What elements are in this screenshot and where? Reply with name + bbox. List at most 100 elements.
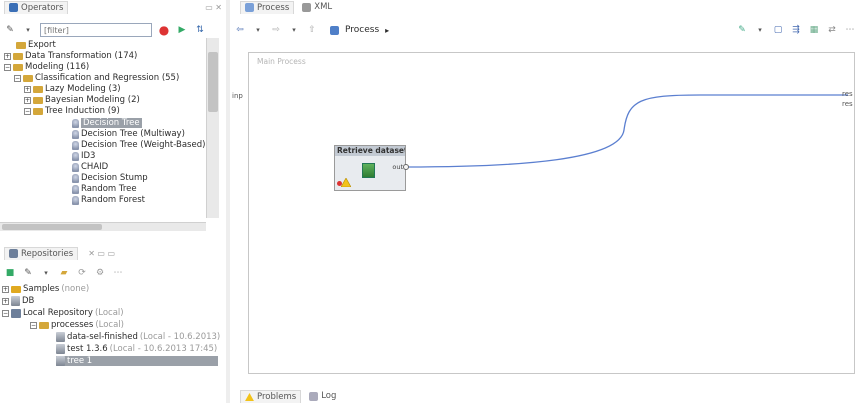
output-port-2[interactable]: res (842, 99, 853, 109)
tree-item-label: Decision Tree (Multiway) (81, 129, 185, 139)
clear-search-icon[interactable]: ● (158, 23, 170, 37)
filter-icon[interactable]: ▶ (176, 24, 188, 36)
expand-icon[interactable]: + (2, 297, 9, 305)
new-entry-icon[interactable]: ✎ (22, 267, 34, 279)
operator-decision-tree-multiway[interactable]: Decision Tree (Multiway) (72, 129, 185, 139)
repo-item-data-sel[interactable]: data-sel-finished (Local - 10.6.2013) (56, 332, 220, 342)
operator-decision-tree-weight[interactable]: Decision Tree (Weight-Based) (72, 140, 205, 150)
arrange-icon[interactable]: ⇶ (790, 24, 802, 36)
operator-port-label: out (392, 163, 403, 171)
operator-retrieve-dataset[interactable]: Retrieve dataset out (334, 145, 409, 191)
tab-repositories-label: Repositories (21, 248, 74, 259)
breadcrumb-arrow-icon: ▸ (385, 25, 390, 35)
expand-icon[interactable]: + (2, 285, 9, 293)
open-folder-icon[interactable]: ▰ (58, 267, 70, 279)
tree-item-tree-induction[interactable]: − Tree Induction (9) (24, 106, 120, 116)
repo-item-test[interactable]: test 1.3.6 (Local - 10.6.2013 17:45) (56, 344, 217, 354)
operator-search-input[interactable] (40, 23, 152, 37)
canvas-label: Main Process (257, 57, 306, 66)
tree-item-modeling[interactable]: − Modeling (116) (4, 62, 89, 72)
tab-repositories[interactable]: Repositories (4, 246, 79, 260)
operator-output-port[interactable] (403, 164, 409, 170)
operators-toolbar: ✎ ▾ ● ▶ ⇅ (0, 21, 226, 39)
grid-icon[interactable]: ▦ (808, 24, 820, 36)
tree-item-label: Random Tree (81, 184, 137, 194)
expand-icon[interactable]: + (24, 85, 31, 93)
expand-icon[interactable]: + (24, 96, 31, 104)
repo-item-label: Samples (23, 284, 60, 294)
process-output-ports[interactable]: res res (842, 89, 853, 109)
tab-process[interactable]: Process (240, 0, 295, 14)
operators-horizontal-scrollbar[interactable] (0, 222, 206, 231)
warning-icon (341, 178, 351, 187)
collapse-icon[interactable]: − (4, 63, 11, 71)
process-tab-icon (245, 3, 254, 12)
folder-icon (23, 74, 33, 82)
tab-xml[interactable]: XML (298, 1, 336, 13)
repo-item-tree1[interactable]: tree 1 (56, 356, 218, 366)
forward-icon[interactable]: ⇨ (270, 24, 282, 36)
sort-icon[interactable]: ⇅ (194, 24, 206, 36)
tree-item-classification[interactable]: − Classification and Regression (55) (14, 73, 179, 83)
tree-item-lazy-modeling[interactable]: + Lazy Modeling (3) (24, 84, 121, 94)
fit-view-icon[interactable]: ▢ (772, 24, 784, 36)
folder-icon (33, 85, 43, 93)
chevron-down-icon[interactable]: ▾ (288, 24, 300, 36)
operators-tree: Export + Data Transformation (174) − Mod… (4, 40, 206, 230)
tree-operator-icon (72, 184, 79, 194)
chevron-down-icon[interactable]: ▾ (40, 267, 52, 279)
folder-icon (33, 96, 43, 104)
operator-decision-tree[interactable]: Decision Tree (72, 118, 142, 128)
operator-chaid[interactable]: CHAID (72, 162, 108, 172)
more-icon[interactable]: ⋯ (112, 267, 124, 279)
repo-item-local[interactable]: − Local Repository (Local) (2, 308, 124, 318)
up-icon[interactable]: ⇧ (306, 24, 318, 36)
process-canvas[interactable]: Main Process (248, 52, 855, 374)
chevron-down-icon[interactable]: ▾ (22, 24, 34, 36)
tree-item-bayesian[interactable]: + Bayesian Modeling (2) (24, 95, 140, 105)
collapse-icon[interactable]: − (14, 74, 21, 82)
add-repository-icon[interactable]: ■ (4, 267, 16, 279)
tab-log[interactable]: Log (305, 390, 340, 402)
collapse-icon[interactable]: − (24, 107, 31, 115)
new-operator-icon[interactable]: ✎ (4, 24, 16, 36)
connect-icon[interactable]: ⇄ (826, 24, 838, 36)
operator-title: Retrieve dataset (335, 146, 405, 156)
panel-divider[interactable] (226, 0, 230, 403)
tree-item-data-transformation[interactable]: + Data Transformation (174) (4, 51, 137, 61)
refresh-icon[interactable]: ⟳ (76, 267, 88, 279)
process-input-port[interactable]: inp (232, 92, 243, 100)
tab-operators[interactable]: Operators (4, 0, 69, 14)
chevron-down-icon[interactable]: ▾ (754, 24, 766, 36)
collapse-icon[interactable]: − (2, 309, 9, 317)
collapse-icon[interactable]: − (30, 321, 37, 329)
tab-problems[interactable]: Problems (240, 389, 302, 403)
settings-icon[interactable]: ⚙ (94, 267, 106, 279)
panel-controls[interactable]: ✕ ▭ ▭ (88, 249, 115, 258)
scroll-thumb[interactable] (208, 52, 218, 112)
output-port-1[interactable]: res (842, 89, 853, 99)
more-icon[interactable]: ⋯ (844, 24, 856, 36)
auto-wire-icon[interactable]: ✎ (736, 24, 748, 36)
repo-item-samples[interactable]: + Samples (none) (2, 284, 89, 294)
repo-item-db[interactable]: + DB (2, 296, 34, 306)
operator-random-forest[interactable]: Random Forest (72, 195, 145, 205)
tree-item-label: CHAID (81, 162, 109, 172)
panel-controls[interactable]: ▭ ✕ (205, 3, 222, 12)
repo-item-label: test 1.3.6 (67, 344, 108, 354)
scroll-thumb[interactable] (2, 224, 102, 230)
repo-item-label: tree 1 (67, 356, 93, 366)
operators-vertical-scrollbar[interactable] (206, 38, 219, 218)
breadcrumb[interactable]: Process (345, 25, 379, 35)
repo-item-processes[interactable]: − processes (Local) (30, 320, 124, 330)
operator-decision-stump[interactable]: Decision Stump (72, 173, 148, 183)
tab-operators-label: Operators (21, 2, 64, 13)
tab-problems-label: Problems (257, 391, 297, 402)
expand-icon[interactable]: + (4, 52, 11, 60)
operator-random-tree[interactable]: Random Tree (72, 184, 137, 194)
tree-item-export[interactable]: Export (16, 40, 56, 50)
tree-operator-icon (72, 129, 79, 139)
operator-id3[interactable]: ID3 (72, 151, 95, 161)
chevron-down-icon[interactable]: ▾ (252, 24, 264, 36)
back-icon[interactable]: ⇦ (234, 24, 246, 36)
